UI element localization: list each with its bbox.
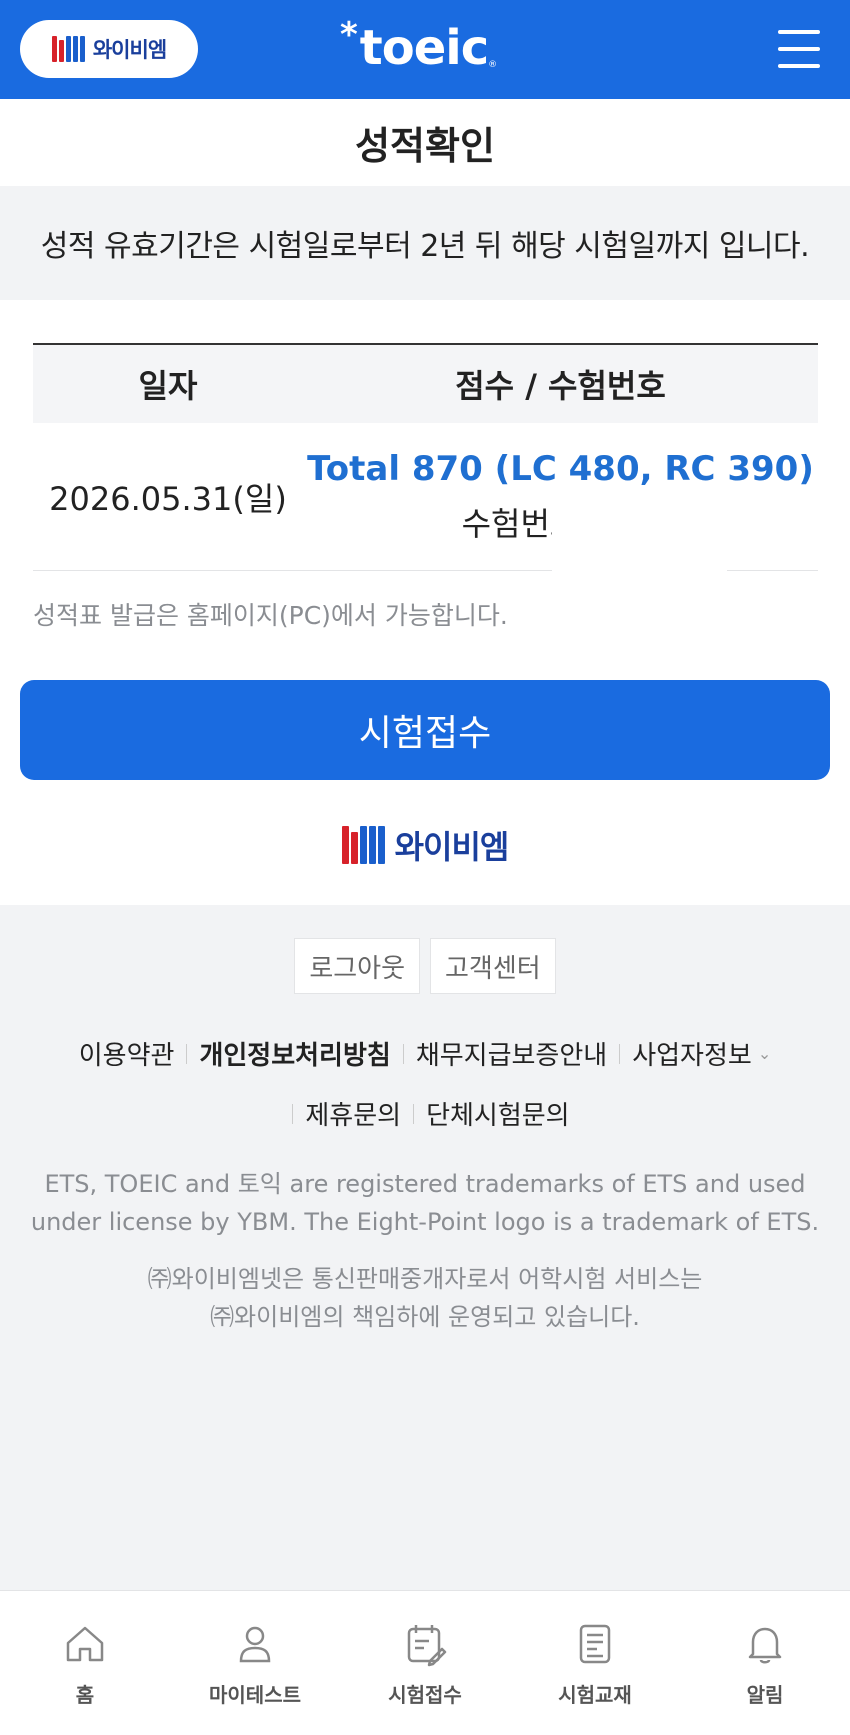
home-icon [66,1626,104,1662]
divider [186,1043,188,1064]
company-notice: ㈜와이비엠넷은 통신판매중개자로서 어학시험 서비스는 ㈜와이비엠의 책임하에 … [0,1260,850,1336]
divider [619,1043,621,1064]
total-score[interactable]: Total 870 (LC 480, RC 390) [307,449,814,489]
top-header: 와이비엠 * toeic ® [0,0,850,99]
nav-label: 시험교재 [558,1683,632,1707]
footer-links-row1: 이용약관 개인정보처리방침 채무지급보증안내 사업자정보 ⌄ [0,1035,850,1072]
validity-notice: 성적 유효기간은 시험일로부터 2년 뒤 해당 시험일까지 입니다. [0,186,850,300]
nav-label: 알림 [746,1683,784,1707]
bell-icon [748,1627,782,1664]
trademark-line: ETS, TOEIC and 토익 are registered tradema… [44,1170,806,1198]
redaction-mask [552,490,727,670]
customer-center-button[interactable]: 고객센터 [430,938,556,994]
nav-mytest[interactable]: 마이테스트 [170,1591,340,1735]
trademark-notice: ETS, TOEIC and 토익 are registered tradema… [0,1165,850,1241]
company-line: ㈜와이비엠넷은 통신판매중개자로서 어학시험 서비스는 [147,1265,703,1293]
apply-exam-button[interactable]: 시험접수 [20,680,830,780]
partnership-link[interactable]: 제휴문의 [305,1095,401,1132]
nav-label: 홈 [75,1683,95,1707]
page-title-bar: 성적확인 [0,99,850,186]
privacy-policy-link[interactable]: 개인정보처리방침 [199,1035,390,1072]
header-date: 일자 [138,367,198,405]
business-info-link[interactable]: 사업자정보 [632,1035,752,1072]
print-note: 성적표 발급은 홈페이지(PC)에서 가능합니다. [33,601,508,630]
bottom-navigation: 홈 마이테스트 시험접수 시험교재 알림 [0,1590,850,1735]
toeic-star-icon: * [340,15,358,55]
nav-notifications[interactable]: 알림 [680,1591,850,1735]
footer-buttons: 로그아웃 고객센터 [0,938,850,994]
ybm-logo-icon [341,826,385,864]
validity-notice-text: 성적 유효기간은 시험일로부터 2년 뒤 해당 시험일까지 입니다. [40,229,810,264]
nav-label: 마이테스트 [209,1683,301,1707]
table-header: 일자 점수 / 수험번호 [33,343,818,423]
divider [402,1043,404,1064]
header-score: 점수 / 수험번호 [455,367,666,405]
footer: 로그아웃 고객센터 이용약관 개인정보처리방침 채무지급보증안내 사업자정보 ⌄… [0,905,850,1590]
ybm-logo-icon [51,36,85,62]
divider [292,1103,294,1124]
chevron-down-icon[interactable]: ⌄ [758,1044,771,1063]
hamburger-menu-icon[interactable] [778,30,820,68]
book-icon [579,1624,611,1664]
registered-mark: ® [488,60,498,70]
nav-home[interactable]: 홈 [0,1591,170,1735]
divider [413,1103,415,1124]
ybm-logo-button[interactable]: 와이비엠 [20,20,198,78]
logout-button[interactable]: 로그아웃 [294,938,420,994]
bottom-ybm-logo: 와이비엠 [0,822,850,868]
nav-apply[interactable]: 시험접수 [340,1591,510,1735]
trademark-line: under license by YBM. The Eight-Point lo… [30,1208,820,1236]
page-title: 성적확인 [355,124,495,168]
nav-label: 시험접수 [388,1683,462,1707]
terms-link[interactable]: 이용약관 [79,1035,175,1072]
toeic-logo[interactable]: * toeic ® [340,15,498,76]
bottom-brand-text: 와이비엠 [394,828,510,866]
user-icon [239,1626,271,1663]
footer-links-row2: 제휴문의 단체시험문의 [0,1095,850,1132]
company-line: ㈜와이비엠의 책임하에 운영되고 있습니다. [210,1303,640,1331]
toeic-logo-text: toeic [359,20,489,76]
exam-date: 2026.05.31(일) [49,479,287,518]
guarantee-info-link[interactable]: 채무지급보증안내 [416,1035,607,1072]
group-exam-link[interactable]: 단체시험문의 [426,1095,570,1132]
ybm-brand-text: 와이비엠 [92,38,167,62]
calendar-edit-icon [407,1625,447,1667]
nav-books[interactable]: 시험교재 [510,1591,680,1735]
